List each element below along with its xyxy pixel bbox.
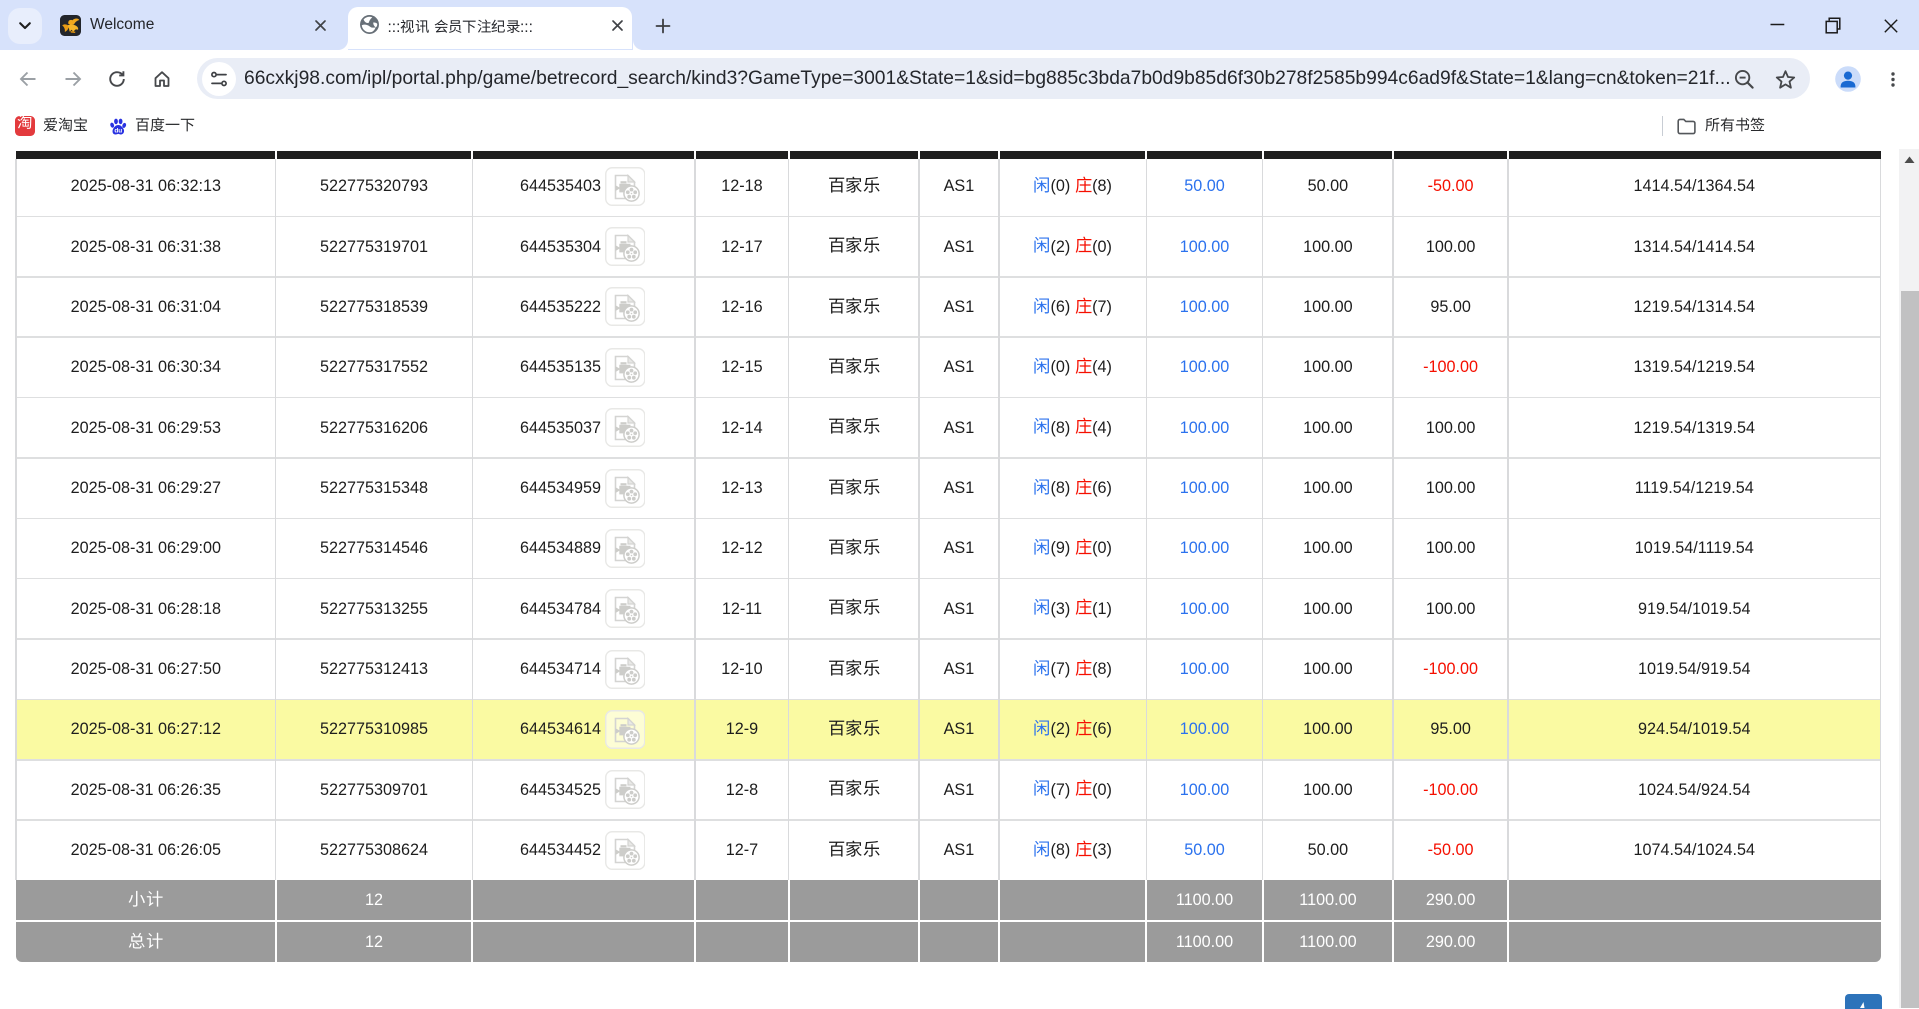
svg-text:du: du	[114, 127, 122, 134]
